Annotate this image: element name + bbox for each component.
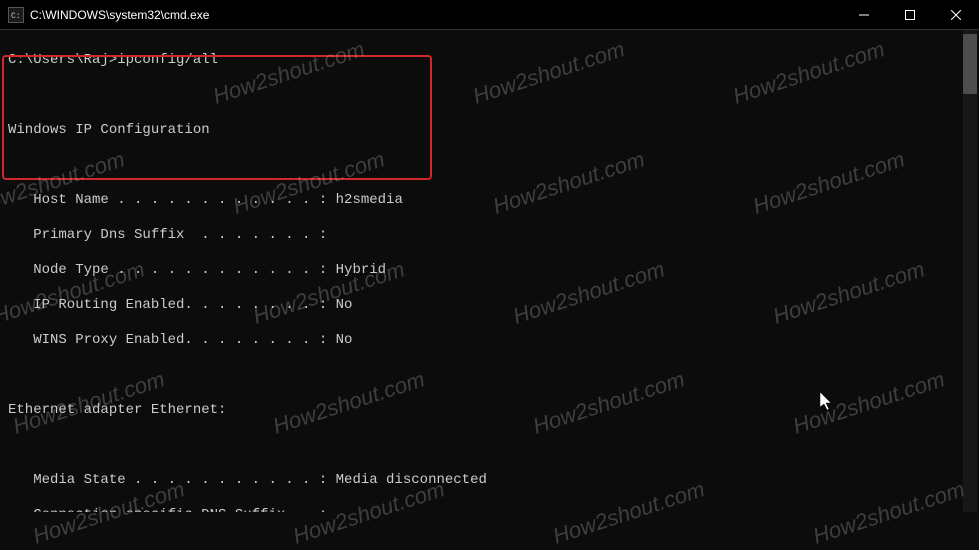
section-header: Windows IP Configuration xyxy=(8,122,971,140)
output-line: Primary Dns Suffix . . . . . . . : xyxy=(8,227,971,245)
blank-line xyxy=(8,367,971,385)
prompt-line: C:\Users\Raj>ipconfig/all xyxy=(8,52,971,70)
blank-line xyxy=(8,87,971,105)
blank-line xyxy=(8,437,971,455)
svg-text:C:\: C:\ xyxy=(11,12,21,19)
window-title: C:\WINDOWS\system32\cmd.exe xyxy=(30,8,841,22)
close-button[interactable] xyxy=(933,0,979,29)
titlebar: C:\ C:\WINDOWS\system32\cmd.exe xyxy=(0,0,979,30)
maximize-button[interactable] xyxy=(887,0,933,29)
output-line: Media State . . . . . . . . . . . : Medi… xyxy=(8,472,971,490)
output-line: Host Name . . . . . . . . . . . . : h2sm… xyxy=(8,192,971,210)
minimize-button[interactable] xyxy=(841,0,887,29)
window-controls xyxy=(841,0,979,29)
output-line: IP Routing Enabled. . . . . . . . : No xyxy=(8,297,971,315)
output-line: Connection-specific DNS Suffix . : xyxy=(8,507,971,513)
section-header: Ethernet adapter Ethernet: xyxy=(8,402,971,420)
terminal-content[interactable]: C:\Users\Raj>ipconfig/all Windows IP Con… xyxy=(0,30,979,512)
output-line: Node Type . . . . . . . . . . . . : Hybr… xyxy=(8,262,971,280)
blank-line xyxy=(8,157,971,175)
cmd-icon: C:\ xyxy=(8,7,24,23)
output-line: WINS Proxy Enabled. . . . . . . . : No xyxy=(8,332,971,350)
